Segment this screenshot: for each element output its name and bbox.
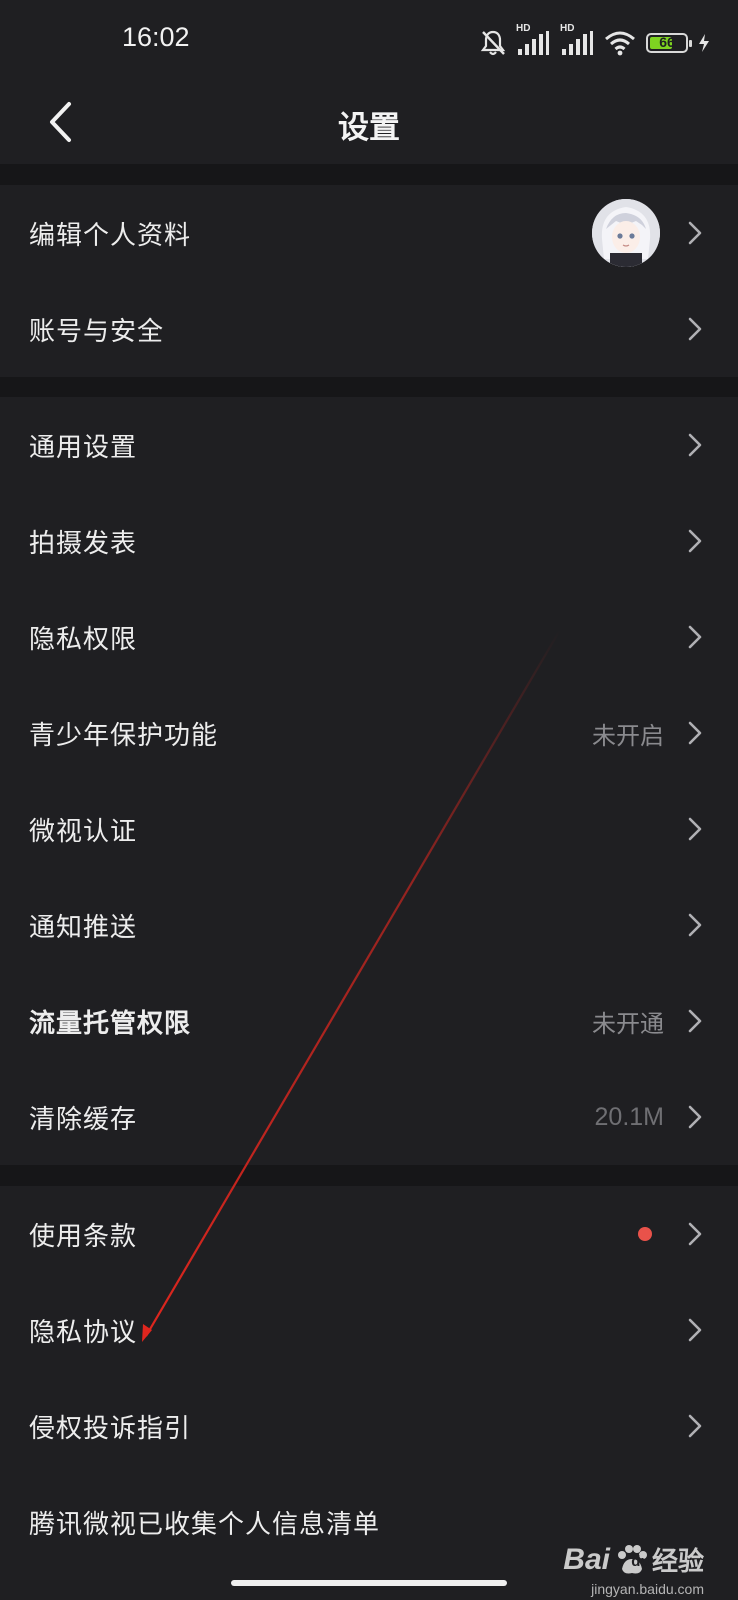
charging-icon <box>698 33 710 53</box>
new-badge-dot <box>638 1227 652 1241</box>
row-privacy-permissions[interactable]: 隐私权限 <box>0 589 738 685</box>
status-icons: HD HD 66 <box>480 23 710 60</box>
watermark-brand-2: du <box>631 1553 650 1570</box>
row-capture-publish[interactable]: 拍摄发表 <box>0 493 738 589</box>
chevron-right-icon <box>688 317 702 341</box>
row-label: 拍摄发表 <box>29 528 138 559</box>
row-label: 通知推送 <box>29 912 138 943</box>
section-general: 通用设置 拍摄发表 隐私权限 青少年保护功能 未开启 微视认证 通知推送 流量托… <box>0 397 738 1165</box>
row-label: 腾讯微视已收集个人信息清单 <box>29 1509 381 1540</box>
chevron-right-icon <box>688 817 702 841</box>
row-infringement-guide[interactable]: 侵权投诉指引 <box>0 1378 738 1474</box>
row-privacy-agreement[interactable]: 隐私协议 <box>0 1282 738 1378</box>
watermark-url: jingyan.baidu.com <box>591 1581 704 1597</box>
row-clear-cache[interactable]: 清除缓存 20.1M <box>0 1069 738 1165</box>
row-value: 未开启 <box>592 721 664 750</box>
section-account: 编辑个人资料 账号与安全 <box>0 185 738 377</box>
chevron-right-icon <box>688 721 702 745</box>
chevron-right-icon <box>688 1105 702 1129</box>
row-label: 清除缓存 <box>29 1104 138 1135</box>
row-label: 账号与安全 <box>29 316 165 347</box>
row-label: 隐私协议 <box>29 1317 138 1348</box>
status-bar: 16:02 HD HD 66 <box>0 0 738 84</box>
avatar[interactable] <box>592 199 660 267</box>
battery-level: 66 <box>659 34 675 50</box>
home-indicator <box>231 1580 507 1586</box>
top-nav-bar: 设置 <box>0 84 738 164</box>
row-label: 青少年保护功能 <box>29 720 219 751</box>
row-label: 编辑个人资料 <box>29 220 192 251</box>
chevron-right-icon <box>688 1009 702 1033</box>
status-time: 16:02 <box>122 22 190 52</box>
row-notifications[interactable]: 通知推送 <box>0 877 738 973</box>
chevron-right-icon <box>688 221 702 245</box>
signal-hd-label-2: HD <box>560 23 575 34</box>
chevron-right-icon <box>688 625 702 649</box>
wifi-icon <box>604 30 636 56</box>
chevron-right-icon <box>688 913 702 937</box>
row-label: 隐私权限 <box>29 624 138 655</box>
chevron-right-icon <box>688 1414 702 1438</box>
signal-hd-icon: HD <box>516 23 550 57</box>
cache-size-value: 20.1M <box>594 1102 664 1131</box>
row-label: 通用设置 <box>29 432 138 463</box>
watermark-suffix: 经验 <box>651 1547 704 1577</box>
baidu-jingyan-watermark: Bai du 经验 jingyan.baidu.com <box>563 1541 704 1598</box>
chevron-right-icon <box>688 1222 702 1246</box>
row-label: 流量托管权限 <box>29 1008 192 1039</box>
row-edit-profile[interactable]: 编辑个人资料 <box>0 185 738 281</box>
section-legal: 使用条款 隐私协议 侵权投诉指引 腾讯微视已收集个人信息清单 <box>0 1186 738 1600</box>
row-label: 使用条款 <box>29 1221 138 1252</box>
row-youth-protection[interactable]: 青少年保护功能 未开启 <box>0 685 738 781</box>
mute-bell-icon <box>480 29 506 57</box>
row-value: 未开通 <box>592 1009 664 1038</box>
battery-cap <box>689 40 692 47</box>
row-account-security[interactable]: 账号与安全 <box>0 281 738 377</box>
battery-icon: 66 <box>646 33 692 53</box>
row-general-settings[interactable]: 通用设置 <box>0 397 738 493</box>
row-weishi-verification[interactable]: 微视认证 <box>0 781 738 877</box>
signal-hd-label: HD <box>516 23 531 34</box>
watermark-brand: Bai <box>563 1542 610 1576</box>
row-terms-of-use[interactable]: 使用条款 <box>0 1186 738 1282</box>
row-label: 微视认证 <box>29 816 138 847</box>
chevron-right-icon <box>688 433 702 457</box>
chevron-right-icon <box>688 529 702 553</box>
row-data-hosting[interactable]: 流量托管权限 未开通 <box>0 973 738 1069</box>
chevron-right-icon <box>688 1318 702 1342</box>
page-title: 设置 <box>338 110 400 146</box>
row-label: 侵权投诉指引 <box>29 1413 192 1444</box>
signal-hd-icon-2: HD <box>560 23 594 57</box>
